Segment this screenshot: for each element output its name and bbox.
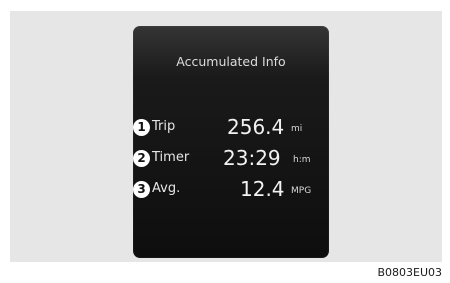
average-unit: MPG xyxy=(291,186,312,196)
info-row-timer: 2 Timer 23:29 h:m xyxy=(133,146,329,171)
panel-title: Accumulated Info xyxy=(176,54,286,69)
cluster-display-panel: Accumulated Info 1 Trip 256.4 mi 2 Timer… xyxy=(133,26,329,258)
timer-unit: h:m xyxy=(293,155,311,165)
trip-value: 256.4 xyxy=(227,115,285,139)
info-row-average: 3 Avg. 12.4 MPG xyxy=(133,177,329,202)
average-label: Avg. xyxy=(152,181,181,196)
trip-unit: mi xyxy=(291,124,303,134)
illustration-frame: Accumulated Info 1 Trip 256.4 mi 2 Timer… xyxy=(10,11,442,262)
info-row-trip: 1 Trip 256.4 mi xyxy=(133,115,329,140)
timer-label: Timer xyxy=(152,150,190,165)
callout-number-2: 2 xyxy=(133,150,150,167)
trip-label: Trip xyxy=(152,119,176,134)
timer-value: 23:29 xyxy=(223,146,281,170)
callout-number-1: 1 xyxy=(133,119,150,136)
figure-code: B0803EU03 xyxy=(377,266,442,279)
average-value: 12.4 xyxy=(240,177,285,201)
callout-number-3: 3 xyxy=(133,181,150,198)
